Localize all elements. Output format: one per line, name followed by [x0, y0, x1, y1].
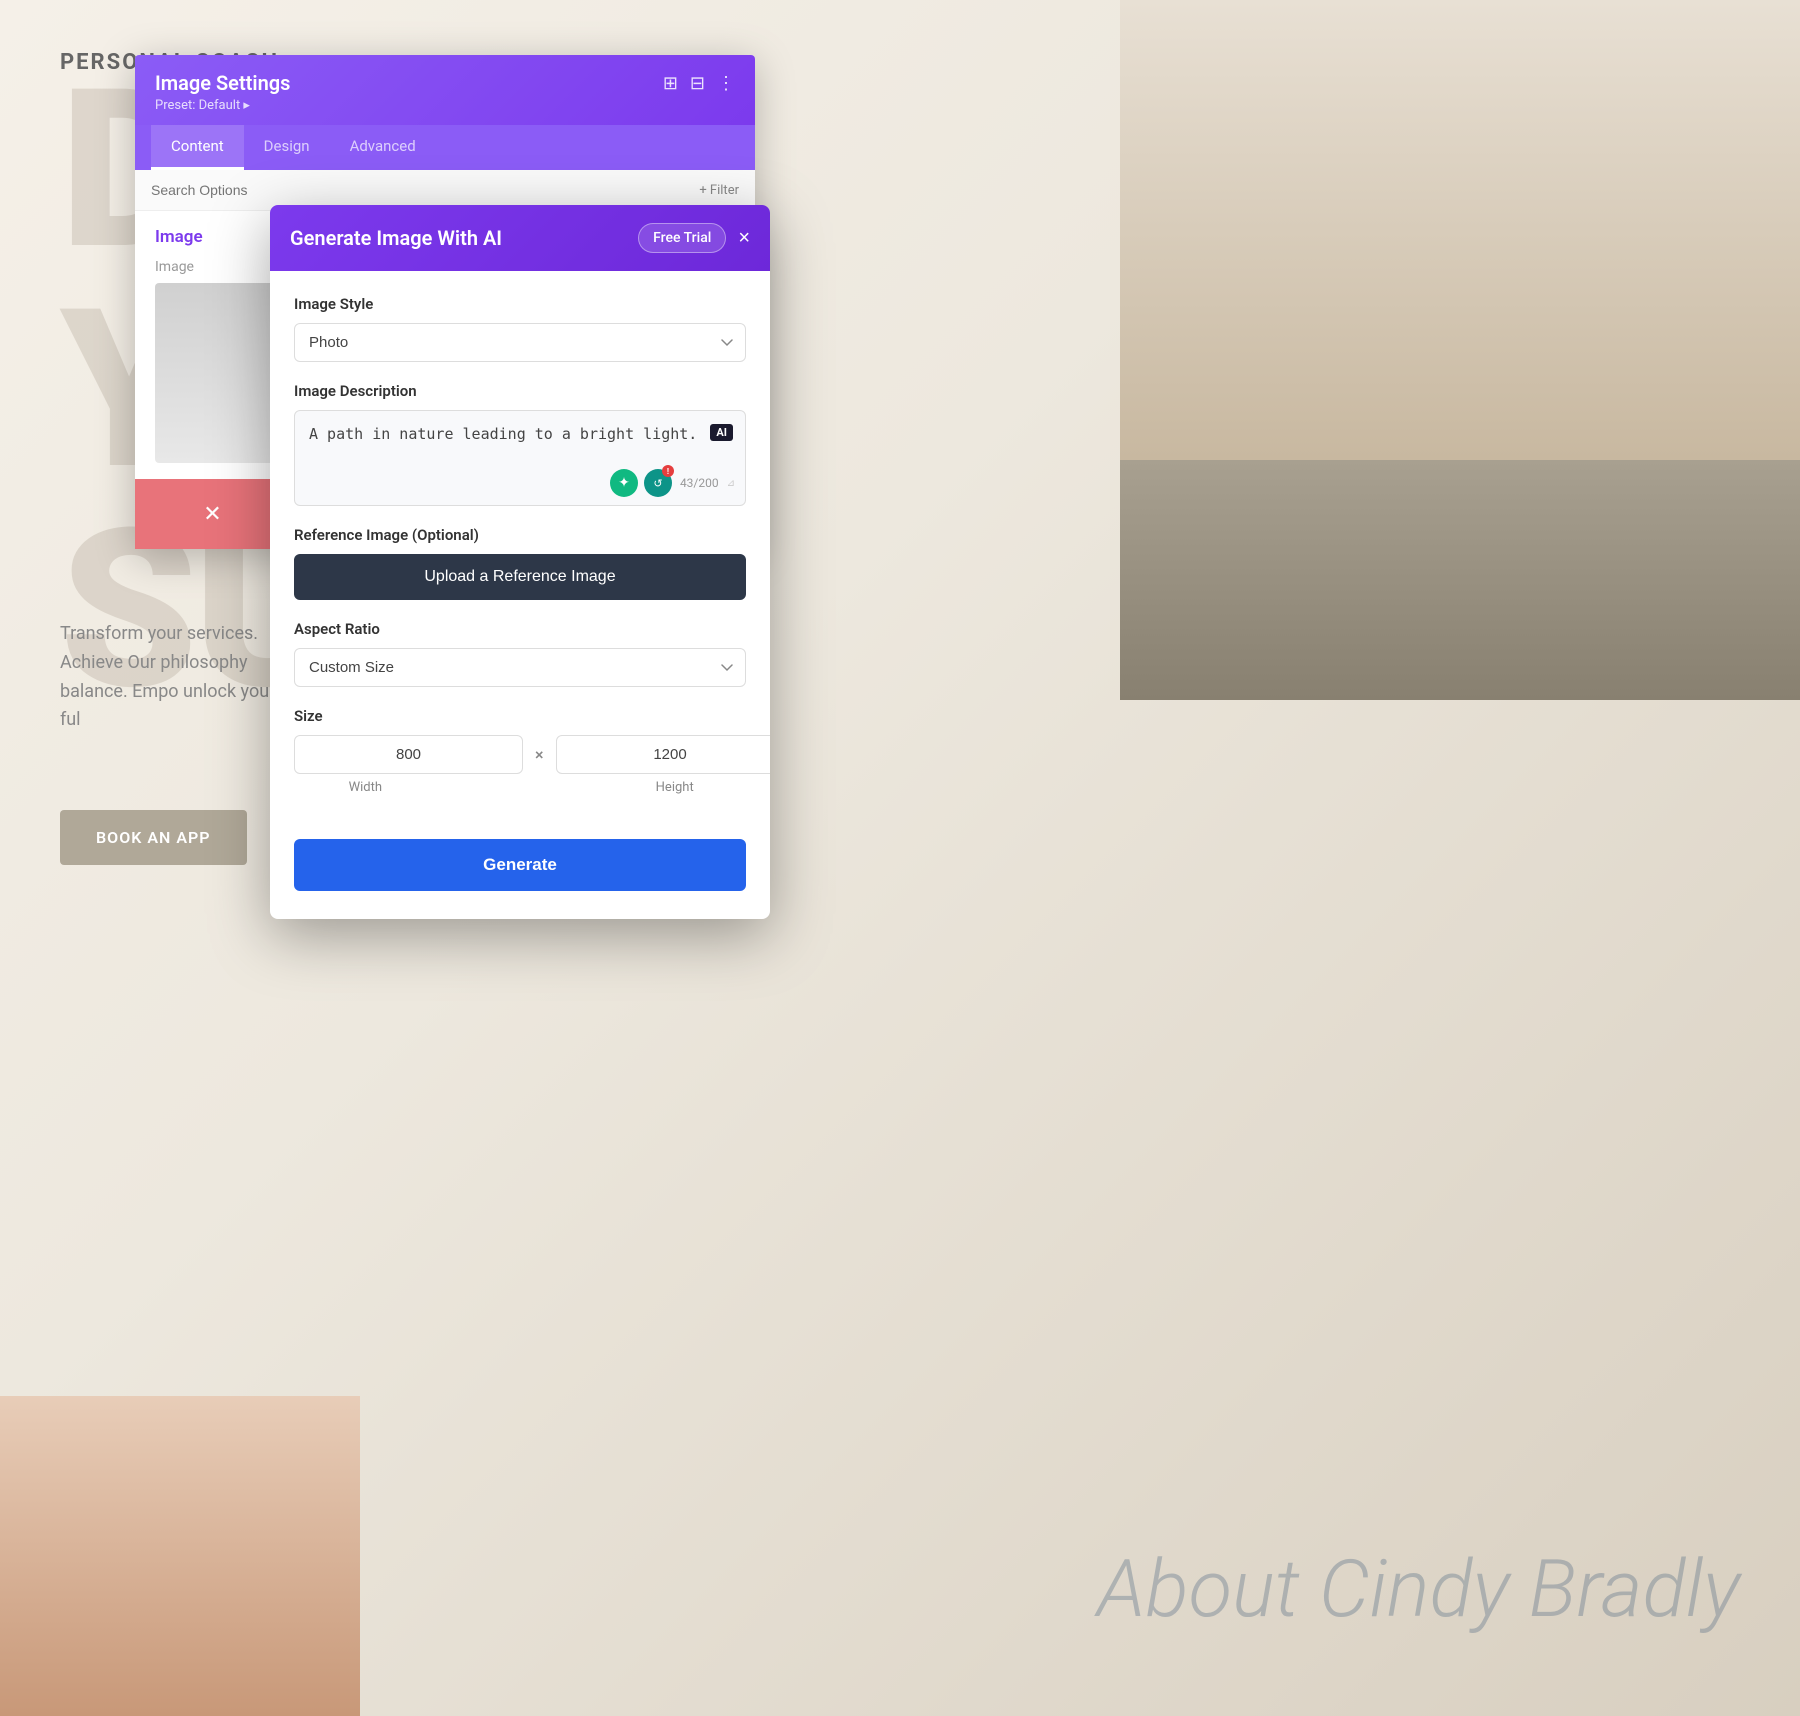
body-text: Transform your services. Achieve Our phi… [60, 620, 300, 735]
book-btn: BOOK AN APP [60, 810, 247, 865]
decorative-boxes [1120, 0, 1800, 900]
panel-header-icons: ⊞ ⊟ ⋮ [663, 73, 735, 94]
tab-advanced[interactable]: Advanced [330, 125, 436, 170]
cancel-icon: ✕ [203, 501, 221, 527]
height-label: Height [603, 780, 746, 795]
aspect-ratio-select[interactable]: Custom Size 1:1 16:9 4:3 3:2 [294, 648, 746, 687]
image-style-label: Image Style [294, 295, 746, 313]
ai-modal-body: Image Style Photo Illustration Painting … [270, 271, 770, 919]
panel-tabs: Content Design Advanced [135, 125, 755, 170]
size-label: Size [294, 707, 746, 725]
ai-tools: ✦ ↺ ! [610, 469, 672, 497]
filter-button[interactable]: + Filter [699, 183, 739, 198]
about-text: About Cindy Bradly [1097, 1542, 1740, 1636]
aspect-ratio-label: Aspect Ratio [294, 620, 746, 638]
resize-handle[interactable]: ⊿ [727, 478, 735, 489]
reference-image-field: Reference Image (Optional) Upload a Refe… [294, 526, 746, 600]
face-image [0, 1396, 360, 1716]
image-description-label: Image Description [294, 382, 746, 400]
tab-design[interactable]: Design [244, 125, 330, 170]
textarea-footer: ✦ ↺ ! 43/200 ⊿ [610, 469, 735, 497]
size-field: Size × Width Height [294, 707, 746, 795]
cancel-button[interactable]: ✕ [135, 479, 290, 549]
panel-preset: Preset: Default ▸ [155, 98, 290, 113]
ai-tool-green[interactable]: ✦ [610, 469, 638, 497]
description-textarea-wrap: A path in nature leading to a bright lig… [294, 410, 746, 506]
generate-button[interactable]: Generate [294, 839, 746, 891]
reference-image-label: Reference Image (Optional) [294, 526, 746, 544]
light-box [1120, 0, 1800, 460]
ai-icon-badge: AI [710, 424, 733, 441]
size-separator: × [535, 745, 544, 764]
aspect-ratio-field: Aspect Ratio Custom Size 1:1 16:9 4:3 3:… [294, 620, 746, 687]
image-section-title: Image [155, 227, 203, 247]
height-input[interactable] [556, 735, 770, 774]
free-trial-badge: Free Trial [638, 223, 726, 253]
gray-box [1120, 460, 1800, 700]
columns-icon[interactable]: ⊟ [690, 73, 705, 94]
panel-title: Image Settings [155, 71, 290, 95]
image-description-field: Image Description A path in nature leadi… [294, 382, 746, 506]
more-options-icon[interactable]: ⋮ [717, 73, 735, 94]
size-row: × [294, 735, 746, 774]
width-label: Width [294, 780, 437, 795]
size-labels: Width Height [294, 780, 746, 795]
modal-close-button[interactable]: × [738, 227, 750, 250]
tab-content[interactable]: Content [151, 125, 244, 170]
size-x-spacer [449, 780, 592, 795]
char-count: 43/200 [680, 476, 719, 490]
search-options-input[interactable] [151, 182, 699, 198]
ai-modal-header: Generate Image With AI Free Trial × [270, 205, 770, 271]
image-style-select[interactable]: Photo Illustration Painting Sketch 3D Re… [294, 323, 746, 362]
image-style-field: Image Style Photo Illustration Painting … [294, 295, 746, 362]
ai-modal-title: Generate Image With AI [290, 226, 502, 250]
upload-reference-button[interactable]: Upload a Reference Image [294, 554, 746, 600]
width-input[interactable] [294, 735, 523, 774]
ai-generate-modal: Generate Image With AI Free Trial × Imag… [270, 205, 770, 919]
ai-tool-teal[interactable]: ↺ ! [644, 469, 672, 497]
ai-modal-header-right: Free Trial × [638, 223, 750, 253]
settings-icon[interactable]: ⊞ [663, 73, 678, 94]
panel-header: Image Settings Preset: Default ▸ ⊞ ⊟ ⋮ [135, 55, 755, 125]
ai-badge-wrap: AI [710, 421, 733, 440]
